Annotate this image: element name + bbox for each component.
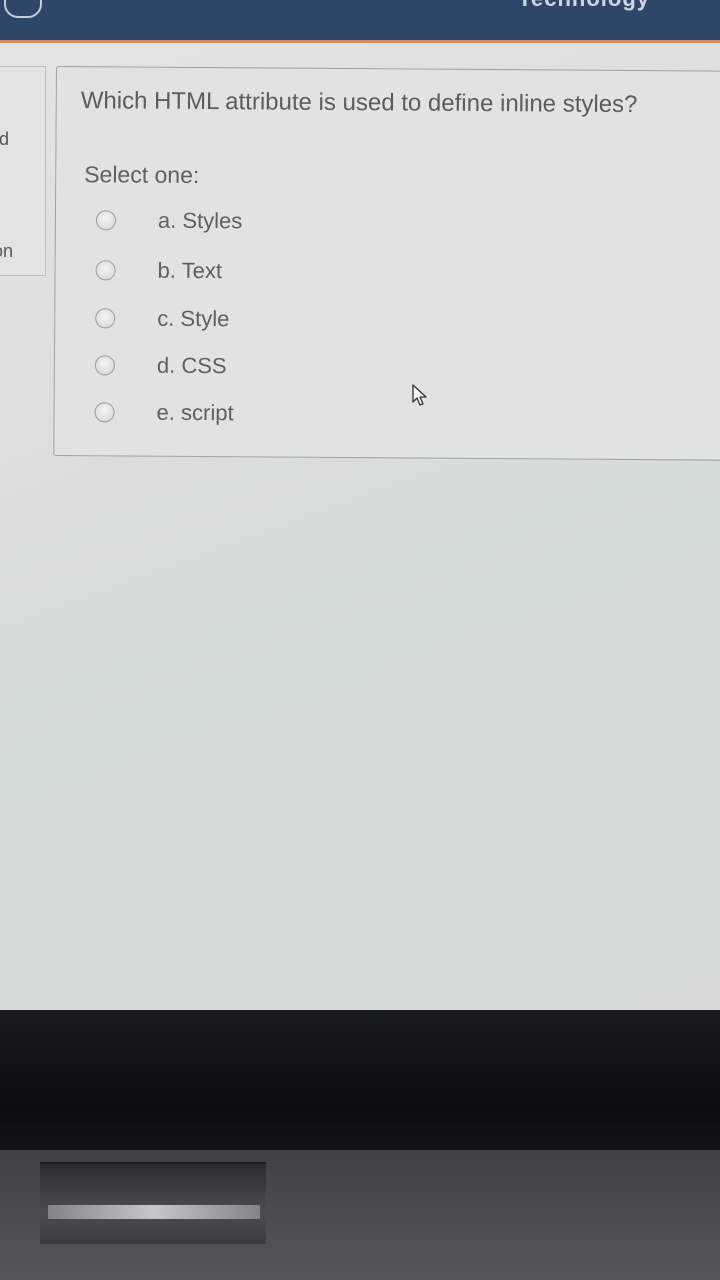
hinge-highlight [48,1205,260,1219]
radio-button-icon[interactable] [95,260,116,281]
option-c[interactable]: c. Style [95,301,395,337]
option-label: a. Styles [157,207,243,234]
select-one-label: Select one: [84,161,200,189]
browser-screen: Technology ed ion Which HTML attribute i… [0,0,720,1010]
site-header: Technology [0,0,720,43]
option-d[interactable]: d. CSS [94,348,395,384]
site-title: Technology [518,0,650,12]
option-label: e. script [156,399,234,426]
laptop-hinge [40,1162,266,1244]
option-e[interactable]: e. script [94,395,394,431]
option-a[interactable]: a. Styles [95,203,396,239]
info-text-question: ion [0,241,14,261]
question-card: Which HTML attribute is used to define i… [53,66,720,461]
option-label: b. Text [157,257,223,284]
radio-button-icon[interactable] [95,210,116,231]
option-b[interactable]: b. Text [95,253,395,289]
mouse-pointer-icon [412,384,427,406]
question-text: Which HTML attribute is used to define i… [80,87,638,119]
quiz-info-panel: ed ion [0,66,46,276]
monitor-bezel [0,1010,720,1150]
option-label: c. Style [157,305,230,332]
radio-button-icon[interactable] [94,402,115,423]
logo-icon [4,0,42,18]
info-text-status: ed [0,129,10,149]
radio-button-icon[interactable] [95,308,116,329]
option-label: d. CSS [156,352,227,379]
radio-button-icon[interactable] [94,355,115,376]
